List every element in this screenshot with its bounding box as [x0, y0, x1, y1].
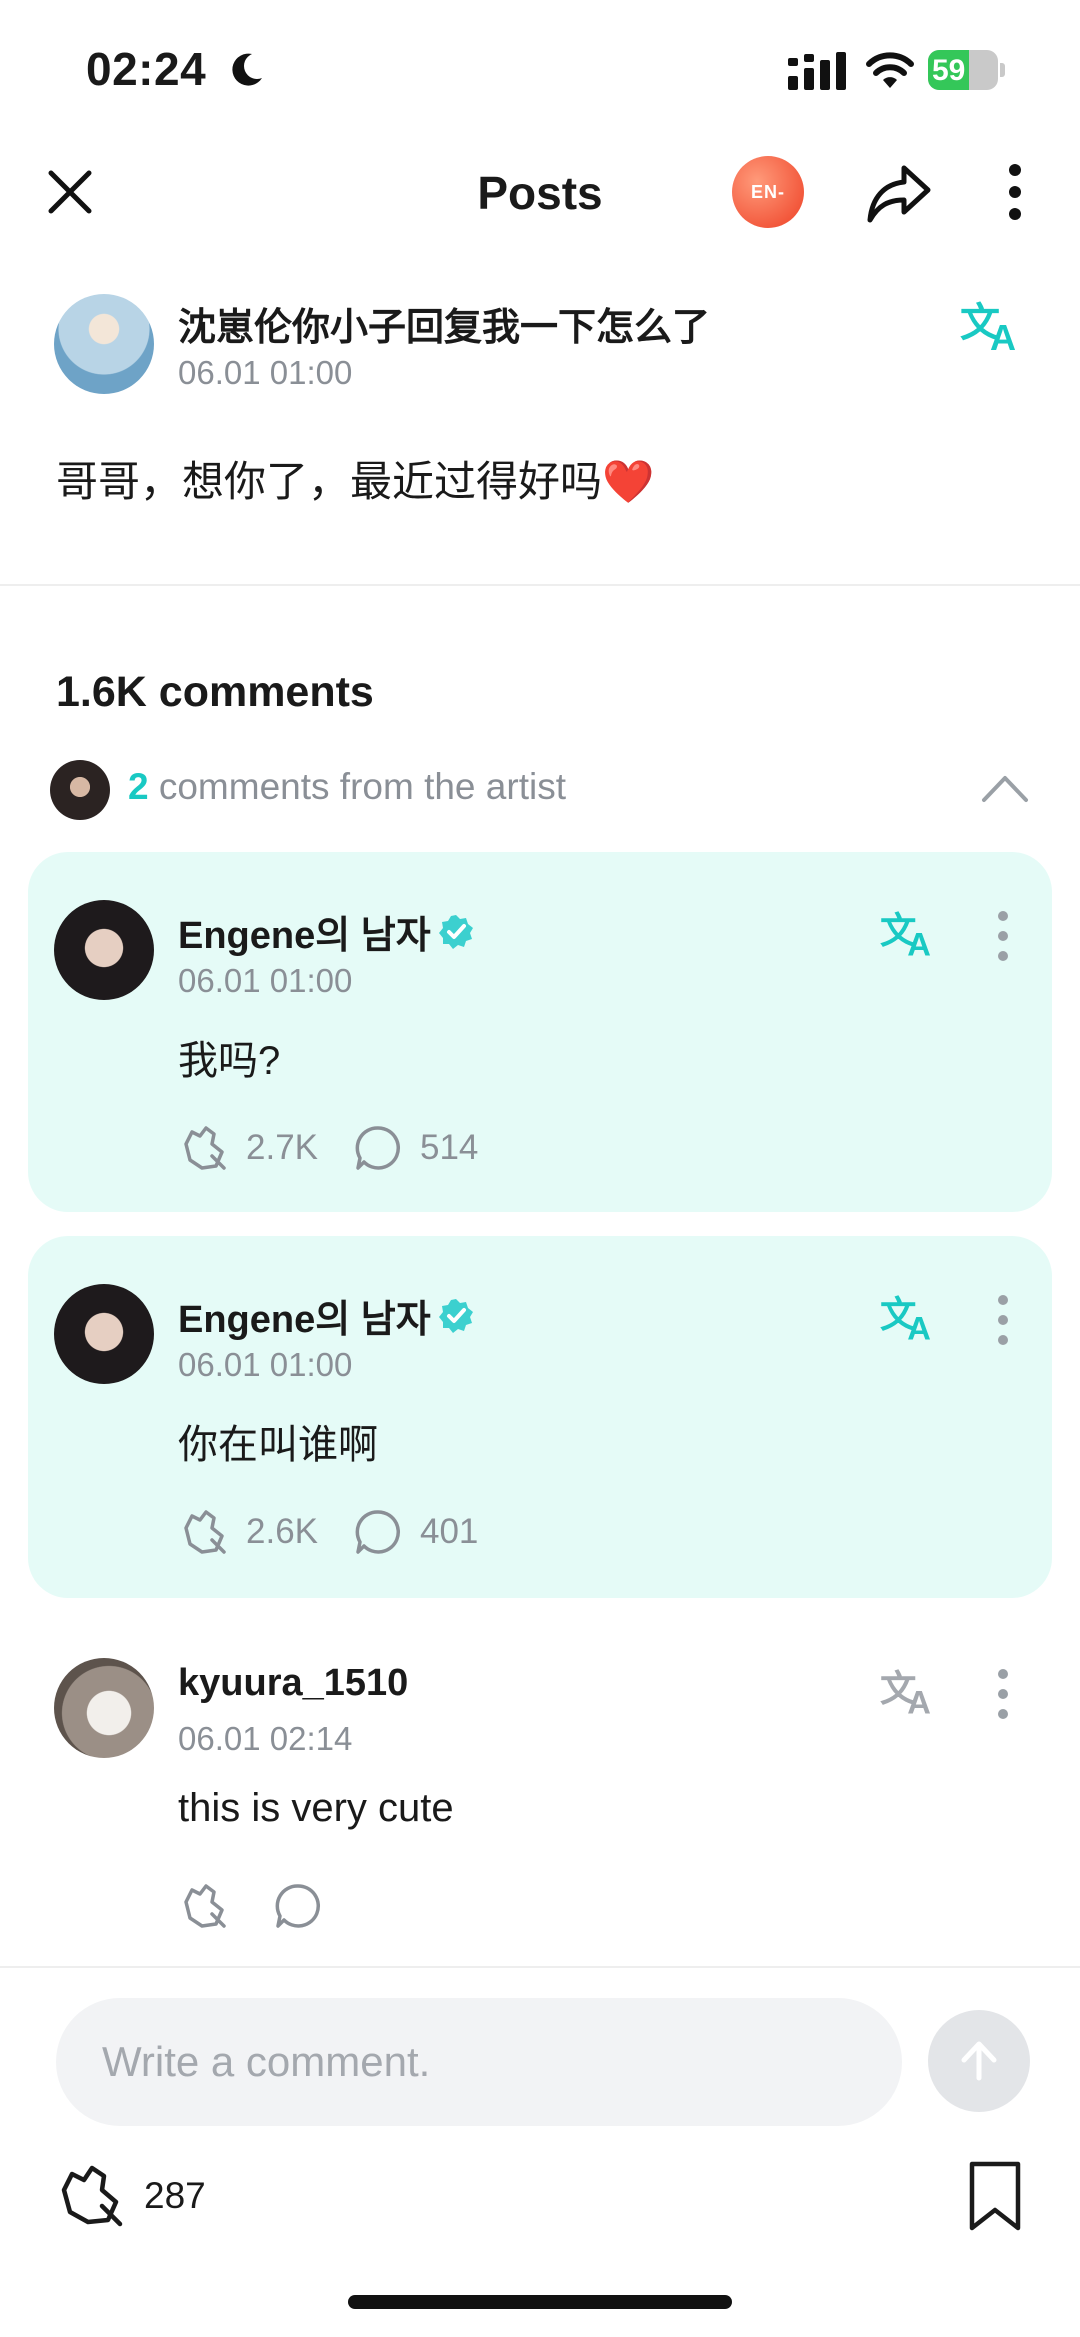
comment-avatar[interactable]: [54, 1284, 154, 1384]
svg-text:A: A: [990, 317, 1016, 354]
bottom-divider: [0, 1966, 1080, 1968]
comment-timestamp: 06.01 02:14: [178, 1720, 353, 1757]
comment-avatar[interactable]: [54, 900, 154, 1000]
translate-icon[interactable]: 文 A: [880, 1662, 940, 1718]
cheer-button[interactable]: [178, 1880, 230, 1932]
artist-comments-label: comments from the artist: [158, 766, 566, 807]
more-vertical-icon[interactable]: [988, 1666, 1018, 1722]
chevron-up-icon[interactable]: [980, 770, 1030, 806]
post-author-avatar[interactable]: [54, 294, 154, 394]
verified-icon: [438, 914, 473, 949]
translate-icon[interactable]: 文 A: [880, 904, 940, 960]
more-vertical-icon[interactable]: [988, 908, 1018, 964]
battery-level: 59: [932, 54, 966, 87]
svg-text:A: A: [907, 1310, 931, 1344]
post-cheer-count: 287: [144, 2175, 206, 2216]
verified-icon: [438, 1298, 473, 1333]
comment-input[interactable]: [56, 1998, 902, 2126]
post-body: 哥哥，想你了，最近过得好吗❤️: [56, 458, 655, 505]
comment-author[interactable]: kyuura_1510: [178, 1662, 408, 1705]
cheer-count: 2.7K: [246, 1128, 318, 1167]
reply-count: 401: [420, 1512, 479, 1551]
reply-button[interactable]: 514: [352, 1122, 478, 1174]
more-vertical-icon[interactable]: [990, 160, 1040, 224]
comment-timestamp: 06.01 01:00: [178, 1346, 353, 1383]
comment-body: 你在叫谁啊: [178, 1423, 378, 1467]
battery-icon: 59: [928, 50, 1006, 90]
svg-text:A: A: [907, 1684, 931, 1718]
comment-author[interactable]: Engene의 남자: [178, 904, 475, 959]
comment-bubble-icon: [355, 1126, 401, 1170]
artist-avatar: [50, 760, 110, 820]
cheer-icon: [184, 1126, 226, 1170]
status-time: 02:24: [86, 43, 207, 95]
artist-comments-toggle[interactable]: 2 comments from the artist: [128, 766, 566, 808]
post-cheer-button[interactable]: 287: [54, 2160, 206, 2232]
comment-avatar[interactable]: [54, 1658, 154, 1758]
wifi-icon: [866, 52, 914, 88]
cheer-button[interactable]: 2.7K: [178, 1122, 318, 1174]
comment-author-name: kyuura_1510: [178, 1662, 409, 1704]
home-indicator[interactable]: [348, 2295, 732, 2309]
post-author-name[interactable]: 沈崽伦你小子回复我一下怎么了: [178, 296, 710, 351]
cheer-button[interactable]: 2.6K: [178, 1506, 318, 1558]
comment-bubble-icon: [275, 1884, 321, 1928]
comments-count: 1.6K comments: [56, 668, 374, 716]
reply-count: 514: [420, 1128, 479, 1167]
translate-icon[interactable]: 文 A: [880, 1288, 940, 1344]
comment-timestamp: 06.01 01:00: [178, 962, 353, 999]
more-vertical-icon[interactable]: [988, 1292, 1018, 1348]
cheer-icon: [61, 2165, 123, 2227]
reply-button[interactable]: [272, 1880, 324, 1932]
comment-body: 我吗?: [178, 1039, 281, 1083]
cheer-icon: [184, 1884, 226, 1928]
artist-community-badge[interactable]: EN-: [732, 156, 804, 228]
reply-button[interactable]: 401: [352, 1506, 478, 1558]
post-timestamp: 06.01 01:00: [178, 354, 353, 391]
artist-badge-label: EN-: [751, 181, 785, 202]
send-arrow-icon: [961, 2041, 997, 2081]
comment-body: this is very cute: [178, 1786, 454, 1830]
share-icon[interactable]: [864, 158, 934, 228]
moon-icon: [232, 53, 262, 86]
cheer-count: 2.6K: [246, 1512, 318, 1551]
comment-author-name: Engene의 남자: [178, 1299, 431, 1341]
comment-bubble-icon: [355, 1510, 401, 1554]
svg-text:A: A: [907, 926, 931, 960]
send-button[interactable]: [928, 2010, 1030, 2112]
artist-comments-count: 2: [128, 766, 149, 807]
comment-author[interactable]: Engene의 남자: [178, 1288, 475, 1343]
translate-icon[interactable]: 文 A: [960, 294, 1026, 354]
cheer-icon: [184, 1510, 226, 1554]
comment-author-name: Engene의 남자: [178, 915, 431, 957]
signal-icon: [788, 52, 846, 90]
post-divider: [0, 584, 1080, 586]
bookmark-icon[interactable]: [966, 2160, 1024, 2232]
